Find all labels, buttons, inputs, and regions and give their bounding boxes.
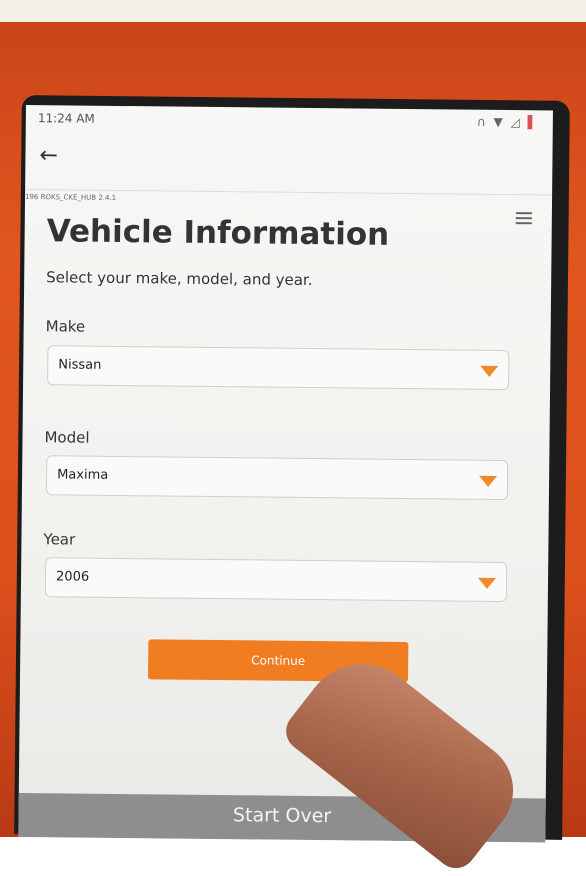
dropdown-caret-icon: [480, 365, 499, 377]
build-label: 196 ROKS_CKE_HUB 2.4.1: [24, 192, 117, 202]
status-time: 11:24 AM: [37, 111, 95, 126]
page-subtitle: Select your make, model, and year.: [46, 268, 313, 290]
year-label: Year: [43, 530, 76, 549]
make-label: Make: [45, 317, 86, 336]
model-value: Maxima: [57, 467, 109, 483]
make-select[interactable]: Nissan: [47, 345, 510, 391]
status-bar: 11:24 AM ∩ ▼ ◿ ▌: [26, 105, 553, 137]
dropdown-caret-icon: [477, 577, 497, 589]
signal-icon: ◿: [510, 115, 522, 130]
model-select[interactable]: Maxima: [45, 455, 509, 501]
year-value: 2006: [55, 569, 90, 585]
status-icons: ∩ ▼ ◿ ▌: [477, 115, 539, 130]
make-value: Nissan: [58, 357, 102, 373]
headphones-icon: ∩: [476, 114, 488, 129]
battery-icon: ▌: [527, 115, 539, 130]
kiosk-top-edge: [0, 0, 586, 22]
year-select[interactable]: 2006: [44, 557, 508, 603]
model-label: Model: [44, 428, 90, 447]
back-arrow-icon[interactable]: ←: [39, 143, 58, 168]
wifi-icon: ▼: [493, 114, 505, 130]
dropdown-caret-icon: [479, 475, 498, 487]
page-title: Vehicle Information: [46, 213, 390, 253]
hamburger-menu-icon[interactable]: [515, 212, 532, 225]
